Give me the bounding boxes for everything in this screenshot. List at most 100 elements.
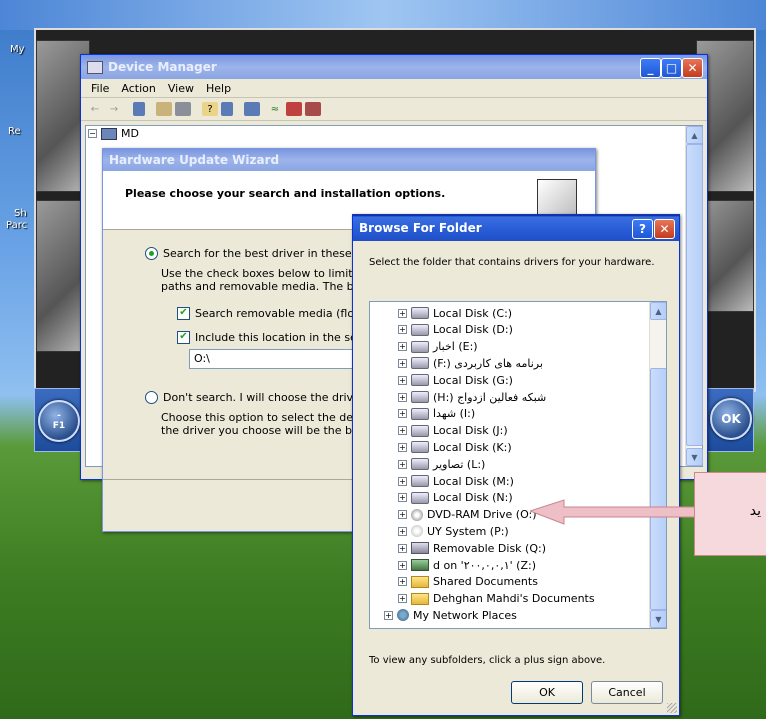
expand-icon[interactable]: + xyxy=(398,375,407,385)
back-arrow-icon[interactable]: ← xyxy=(87,102,103,116)
folder-tree-item[interactable]: + Local Disk (M:) xyxy=(398,473,514,489)
folder-icon xyxy=(411,592,429,605)
expand-icon[interactable]: + xyxy=(398,476,407,486)
desktop-icon-label[interactable]: My xyxy=(10,44,25,55)
scroll-down-arrow-icon[interactable]: ▼ xyxy=(650,610,666,628)
help-button-icon[interactable]: ? xyxy=(632,219,653,239)
desktop-icon-label[interactable]: Sh xyxy=(14,208,27,219)
removable-disk-icon xyxy=(411,542,429,555)
scan-hardware-icon[interactable] xyxy=(244,102,260,116)
folder-tree-item[interactable]: + Local Disk (G:) xyxy=(398,372,513,388)
desktop-icon-label[interactable]: Parc xyxy=(6,220,27,231)
checkbox-checked-icon[interactable]: ✔ xyxy=(177,331,190,344)
close-button[interactable]: ✕ xyxy=(654,219,675,239)
disable-device-icon[interactable] xyxy=(305,102,321,116)
folder-tree-item[interactable]: + Local Disk (K:) xyxy=(398,439,512,455)
expand-icon[interactable]: + xyxy=(398,342,407,352)
wizard-titlebar[interactable]: Hardware Update Wizard xyxy=(103,149,595,171)
folder-tree-item[interactable]: + Local Disk (D:) xyxy=(398,322,513,338)
toolbar: ← → ? ≈ xyxy=(81,98,707,121)
drive-icon xyxy=(411,491,429,504)
folder-tree-item[interactable]: + تصاویر (L:) xyxy=(398,456,485,472)
expand-icon[interactable]: + xyxy=(398,392,407,402)
expand-icon[interactable]: + xyxy=(398,358,407,368)
collapse-icon[interactable]: − xyxy=(88,129,97,138)
expand-icon[interactable]: + xyxy=(398,459,407,469)
expand-icon[interactable]: + xyxy=(398,577,407,587)
forward-arrow-icon[interactable]: → xyxy=(106,102,122,116)
expand-icon[interactable]: + xyxy=(384,610,393,620)
scrollbar-thumb[interactable] xyxy=(650,368,666,610)
search-path-input[interactable]: O:\ xyxy=(189,349,365,369)
maximize-button[interactable]: □ xyxy=(661,58,682,78)
expand-icon[interactable]: + xyxy=(398,442,407,452)
update-driver-icon[interactable]: ≈ xyxy=(267,102,283,116)
folder-tree-scrollbar[interactable]: ▲ ▼ xyxy=(649,302,666,628)
scroll-up-arrow-icon[interactable]: ▲ xyxy=(650,302,666,320)
expand-icon[interactable]: + xyxy=(398,543,407,553)
folder-tree-item[interactable]: + Dehghan Mahdi's Documents xyxy=(398,591,595,607)
scroll-down-arrow-icon[interactable]: ▼ xyxy=(686,448,703,466)
uninstall-icon[interactable] xyxy=(286,102,302,116)
minimize-button[interactable]: _ xyxy=(640,58,661,78)
folder-tree-item-label: Local Disk (J:) xyxy=(433,424,508,438)
device-tree-scrollbar[interactable]: ▲ ▼ xyxy=(685,126,703,466)
expand-icon[interactable]: + xyxy=(398,493,407,503)
folder-tree-item[interactable]: + اخبار (E:) xyxy=(398,339,478,355)
menu-file[interactable]: File xyxy=(85,82,115,95)
ok-key-button[interactable]: OK xyxy=(710,398,752,440)
folder-tree-item[interactable]: + DVD-RAM Drive (O:) xyxy=(398,507,537,523)
expand-icon[interactable]: + xyxy=(398,560,407,570)
expand-icon[interactable]: + xyxy=(398,510,407,520)
scroll-up-arrow-icon[interactable]: ▲ xyxy=(686,126,703,144)
checkbox-checked-icon[interactable]: ✔ xyxy=(177,307,190,320)
folder-tree-item[interactable]: + Shared Documents xyxy=(398,574,538,590)
device-manager-title: Device Manager xyxy=(108,60,217,74)
folder-tree-item[interactable]: + شهدا (I:) xyxy=(398,406,475,422)
tree-root-item[interactable]: − MD xyxy=(88,127,139,140)
expand-icon[interactable]: + xyxy=(398,325,407,335)
expand-icon[interactable]: + xyxy=(398,594,407,604)
view-icon[interactable] xyxy=(221,102,233,116)
folder-tree-item-label: Local Disk (G:) xyxy=(433,373,513,387)
folder-tree[interactable]: + Local Disk (C:) + Local Disk (D:) + اخبار (… xyxy=(369,301,667,629)
close-button[interactable]: ✕ xyxy=(682,58,703,78)
scrollbar-thumb[interactable] xyxy=(686,144,703,446)
folder-tree-item[interactable]: + Local Disk (N:) xyxy=(398,490,513,506)
help-icon[interactable]: ? xyxy=(202,102,218,116)
resize-grip-icon[interactable] xyxy=(667,703,677,713)
expand-icon[interactable]: + xyxy=(398,426,407,436)
folder-tree-item-label: Local Disk (K:) xyxy=(433,440,512,454)
folder-tree-item-label: (F:) برنامه های کاربردی xyxy=(433,356,543,370)
cancel-button[interactable]: Cancel xyxy=(591,681,663,704)
print-icon[interactable] xyxy=(175,102,191,116)
folder-tree-item[interactable]: + d on '۲۰۰,۰,۰,۱' (Z:) xyxy=(398,557,536,573)
folder-tree-item[interactable]: + Local Disk (J:) xyxy=(398,423,508,439)
menu-action[interactable]: Action xyxy=(115,82,161,95)
f1-key-button[interactable]: - F1 xyxy=(38,400,80,442)
browse-titlebar[interactable]: Browse For Folder ? ✕ xyxy=(353,215,679,241)
desktop-icon-label[interactable]: Re xyxy=(8,126,21,137)
menu-help[interactable]: Help xyxy=(200,82,237,95)
radio-unselected-icon[interactable] xyxy=(145,391,158,404)
radio-selected-icon[interactable] xyxy=(145,247,158,260)
ok-button[interactable]: OK xyxy=(511,681,583,704)
drive-icon xyxy=(411,340,429,353)
folder-tree-item[interactable]: + Removable Disk (Q:) xyxy=(398,540,546,556)
expand-icon[interactable]: + xyxy=(398,409,407,419)
expand-icon[interactable]: + xyxy=(398,308,407,318)
folder-tree-item[interactable]: + (H:) شبکه فعالین ازدواج xyxy=(398,389,546,405)
folder-tree-item-network[interactable]: + My Network Places xyxy=(384,607,517,623)
folder-tree-item-label: اخبار (E:) xyxy=(433,340,478,354)
properties-icon[interactable] xyxy=(156,102,172,116)
folder-tree-item[interactable]: + UY System (P:) xyxy=(398,523,509,539)
expand-icon[interactable]: + xyxy=(398,526,407,536)
device-manager-titlebar[interactable]: Device Manager _ □ ✕ xyxy=(81,55,707,79)
show-hide-console-tree-icon[interactable] xyxy=(133,102,145,116)
menu-view[interactable]: View xyxy=(162,82,200,95)
menu-bar: File Action View Help xyxy=(81,79,707,98)
folder-tree-item[interactable]: + Local Disk (C:) xyxy=(398,305,512,321)
f1-key-label: F1 xyxy=(52,421,66,431)
folder-tree-item[interactable]: + (F:) برنامه های کاربردی xyxy=(398,355,543,371)
folder-tree-item-label: Local Disk (M:) xyxy=(433,474,514,488)
